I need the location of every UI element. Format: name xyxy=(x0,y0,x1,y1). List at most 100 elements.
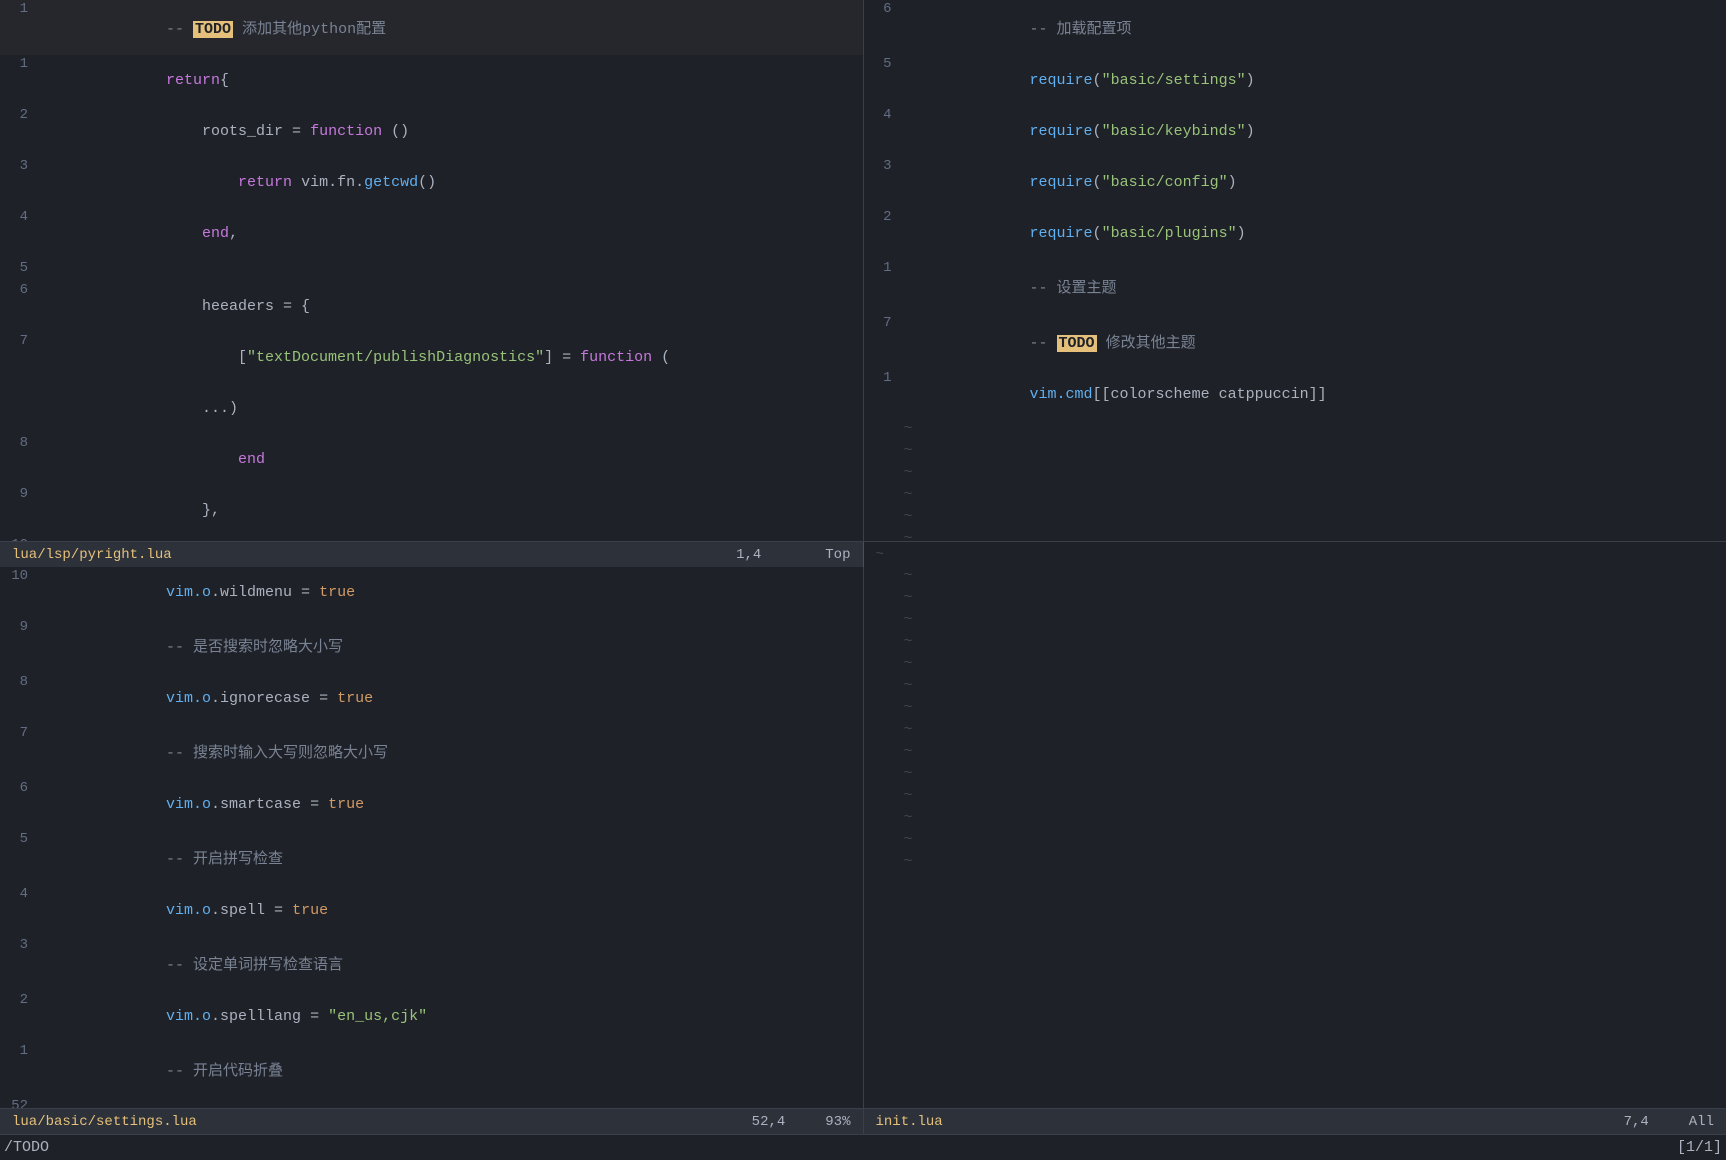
table-row: 9 -- 是否搜索时忽略大小写 xyxy=(0,618,863,673)
right-code-lines: 6 -- 加载配置项 5 require("basic/settings") xyxy=(864,0,1726,541)
func-require4: require xyxy=(1030,225,1093,242)
tilde-line: ~ xyxy=(864,589,1726,611)
vim-var3: vim.o xyxy=(166,796,211,813)
left-code-area[interactable]: 1 -- TODO 添加其他python配置 1 return{ xyxy=(0,0,863,541)
tilde-line: ~ xyxy=(864,486,1726,508)
table-row: 6 vim.o.smartcase = true xyxy=(0,779,863,830)
mid-status-bar: lua/lsp/pyright.lua 1,4 Top ~ xyxy=(0,541,1726,567)
bool-true4: true xyxy=(292,902,328,919)
bottom-left-status: lua/basic/settings.lua 52,4 93% xyxy=(0,1109,864,1134)
tilde-line: ~ xyxy=(864,655,1726,677)
table-row: 5 -- 开启拼写检查 xyxy=(0,830,863,885)
comment-text: -- xyxy=(166,21,193,38)
table-row: 3 -- 设定单词拼写检查语言 xyxy=(0,936,863,991)
tilde-line: ~ xyxy=(864,831,1726,853)
comment-text: -- 开启拼写检查 xyxy=(166,851,283,868)
table-row: 2 require("basic/plugins") xyxy=(864,208,1726,259)
left-filename: lua/lsp/pyright.lua xyxy=(12,547,172,563)
table-row: 1 -- 开启代码折叠 xyxy=(0,1042,863,1097)
table-row: 1 vim.cmd[[colorscheme catppuccin]] xyxy=(864,369,1726,420)
table-row: 5 require("basic/settings") xyxy=(864,55,1726,106)
tilde-line: ~ xyxy=(864,787,1726,809)
func-require2: require xyxy=(1030,123,1093,140)
comment-text: 添加其他python配置 xyxy=(233,21,386,38)
tilde-line: ~ xyxy=(864,699,1726,721)
command-line[interactable]: /TODO [1/1] xyxy=(0,1134,1726,1160)
table-row: 7 -- 搜索时输入大写则忽略大小写 xyxy=(0,724,863,779)
bottom-right-scroll: All xyxy=(1689,1114,1714,1130)
bottom-panes: 10 vim.o.wildmenu = true 9 -- 是否搜索时忽略大小写… xyxy=(0,567,1726,1108)
string-val: "textDocument/publishDiagnostics" xyxy=(247,349,544,366)
keyword: return xyxy=(166,72,220,89)
comment-text: -- 加载配置项 xyxy=(1030,21,1132,38)
tilde-line: ~ xyxy=(864,464,1726,486)
tilde-line: ~ xyxy=(864,530,1726,541)
table-row: 2 vim.o.spelllang = "en_us,cjk" xyxy=(0,991,863,1042)
bottom-right-filename: init.lua xyxy=(876,1114,943,1130)
table-row: 2 roots_dir = function () xyxy=(0,106,863,157)
left-status-bar: lua/lsp/pyright.lua 1,4 Top xyxy=(0,542,864,567)
comment-text3: -- xyxy=(1030,335,1057,352)
bottom-left-lines: 10 vim.o.wildmenu = true 9 -- 是否搜索时忽略大小写… xyxy=(0,567,863,1108)
comment-text2: -- 设置主题 xyxy=(1030,280,1117,297)
table-row: 4 vim.o.spell = true xyxy=(0,885,863,936)
bool-true3: true xyxy=(328,796,364,813)
table-row: 8 end xyxy=(0,434,863,485)
search-result: [1/1] xyxy=(1677,1139,1722,1156)
bottom-left-position: 52,4 xyxy=(752,1114,826,1130)
left-position: 1,4 xyxy=(736,547,801,563)
table-row: ...) xyxy=(0,383,863,434)
table-row: 3 require("basic/config") xyxy=(864,157,1726,208)
table-row: 1 return{ xyxy=(0,55,863,106)
comment-text: -- 是否搜索时忽略大小写 xyxy=(166,639,343,656)
left-pane: 1 -- TODO 添加其他python配置 1 return{ xyxy=(0,0,864,541)
table-row: 4 require("basic/keybinds") xyxy=(864,106,1726,157)
table-row: 8 vim.o.ignorecase = true xyxy=(0,673,863,724)
tilde-line: ~ xyxy=(864,633,1726,655)
table-row: 3 return vim.fn.getcwd() xyxy=(0,157,863,208)
vim-var2: vim.o xyxy=(166,690,211,707)
keyword-end: end xyxy=(202,225,229,242)
vim-var4: vim.o xyxy=(166,902,211,919)
tilde-line: ~ xyxy=(864,765,1726,787)
bottom-left-code[interactable]: 10 vim.o.wildmenu = true 9 -- 是否搜索时忽略大小写… xyxy=(0,567,863,1108)
bool-true2: true xyxy=(337,690,373,707)
func-name: getcwd xyxy=(364,174,418,191)
vim-cmd: vim.cmd xyxy=(1030,386,1093,403)
todo-badge: TODO xyxy=(193,21,233,38)
tilde-line: ~ xyxy=(864,567,1726,589)
table-row: 1 -- 设置主题 xyxy=(864,259,1726,314)
tilde-line: ~ xyxy=(864,853,1726,875)
string-path3: "basic/config" xyxy=(1102,174,1228,191)
tilde-line: ~ xyxy=(864,420,1726,442)
keyword-function2: function xyxy=(580,349,652,366)
table-row: 7 ["textDocument/publishDiagnostics"] = … xyxy=(0,332,863,383)
string-path4: "basic/plugins" xyxy=(1102,225,1237,242)
left-scroll: Top xyxy=(825,547,850,563)
table-row: 7 -- TODO 修改其他主题 xyxy=(864,314,1726,369)
keyword-end2: end xyxy=(238,451,265,468)
string-path2: "basic/keybinds" xyxy=(1102,123,1246,140)
comment-text4: 修改其他主题 xyxy=(1097,335,1196,352)
comment-text: -- 开启代码折叠 xyxy=(166,1063,283,1080)
bottom-right-status: init.lua 7,4 All xyxy=(864,1109,1726,1134)
right-code-area[interactable]: 6 -- 加载配置项 5 require("basic/settings") xyxy=(864,0,1726,541)
func-require3: require xyxy=(1030,174,1093,191)
table-row: 1 -- TODO 添加其他python配置 xyxy=(0,0,863,55)
table-row: 6 heeaders = { xyxy=(0,281,863,332)
keyword-return: return xyxy=(238,174,292,191)
bottom-right-code: ~ ~ ~ ~ ~ ~ ~ ~ ~ ~ ~ ~ ~ ~ xyxy=(864,567,1726,1108)
string-path: "basic/settings" xyxy=(1102,72,1246,89)
tilde-line: ~ xyxy=(864,721,1726,743)
bottom-right-pane: ~ ~ ~ ~ ~ ~ ~ ~ ~ ~ ~ ~ ~ ~ xyxy=(864,567,1726,1108)
table-row: 10 vim.o.wildmenu = true xyxy=(0,567,863,618)
bottom-left-filename: lua/basic/settings.lua xyxy=(12,1114,197,1130)
tilde-line: ~ xyxy=(864,508,1726,530)
table-row: 52 -- TODO 添加其他配置 xyxy=(0,1097,863,1108)
bottom-left-pane: 10 vim.o.wildmenu = true 9 -- 是否搜索时忽略大小写… xyxy=(0,567,864,1108)
bottom-right-lines: ~ ~ ~ ~ ~ ~ ~ ~ ~ ~ ~ ~ ~ ~ xyxy=(864,567,1726,875)
editor: 1 -- TODO 添加其他python配置 1 return{ xyxy=(0,0,1726,1160)
right-status-bar-top: ~ xyxy=(864,542,1726,567)
tilde-line: ~ xyxy=(864,611,1726,633)
comment-text: -- 设定单词拼写检查语言 xyxy=(166,957,343,974)
